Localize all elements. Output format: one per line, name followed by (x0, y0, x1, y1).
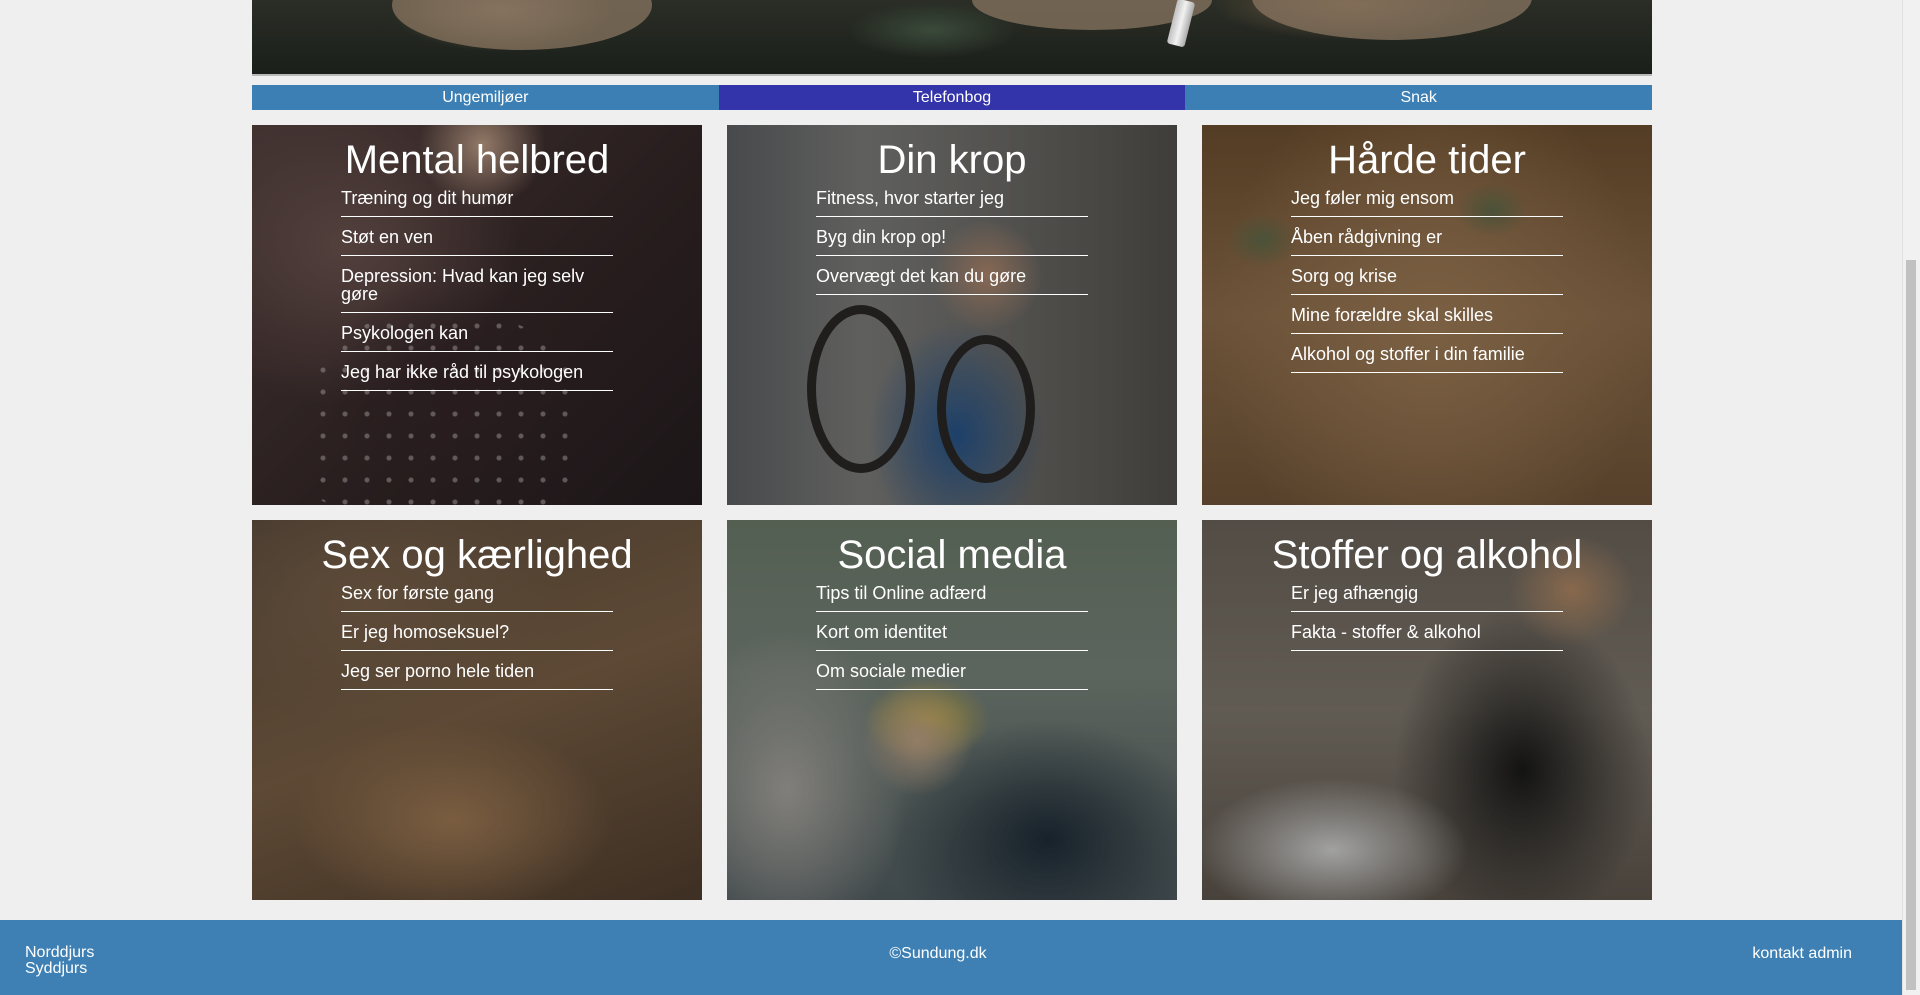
tile-link-list: Sex for første gang Er jeg homoseksuel? … (341, 580, 613, 690)
tile-link[interactable]: Byg din krop op! (816, 217, 1088, 256)
tile-link[interactable]: Overvægt det kan du gøre (816, 256, 1088, 295)
hero-hands-left (392, 0, 652, 50)
tile-link[interactable]: Psykologen kan (341, 313, 613, 352)
scrollbar-thumb[interactable] (1906, 260, 1916, 990)
tile-link[interactable]: Sex for første gang (341, 580, 613, 612)
tile-link[interactable]: Tips til Online adfærd (816, 580, 1088, 612)
tile-link[interactable]: Jeg føler mig ensom (1291, 185, 1563, 217)
tile-link[interactable]: Træning og dit humør (341, 185, 613, 217)
tile-title[interactable]: Social media (727, 532, 1177, 578)
page: Ungemiljøer Telefonbog Snak Mental helbr… (0, 0, 1920, 995)
hero-hands-right (1252, 0, 1532, 40)
tile-link[interactable]: Jeg ser porno hele tiden (341, 651, 613, 690)
tile-link[interactable]: Fitness, hvor starter jeg (816, 185, 1088, 217)
tile-link-list: Tips til Online adfærd Kort om identitet… (816, 580, 1088, 690)
tile-link[interactable]: Sorg og krise (1291, 256, 1563, 295)
vertical-scrollbar[interactable] (1902, 0, 1920, 995)
tile-link[interactable]: Om sociale medier (816, 651, 1088, 690)
tile-link[interactable]: Jeg har ikke råd til psykologen (341, 352, 613, 391)
tile-link-list: Træning og dit humør Støt en ven Depress… (341, 185, 613, 391)
tile-title[interactable]: Mental helbred (252, 137, 702, 183)
tile-link[interactable]: Depression: Hvad kan jeg selv gøre (341, 256, 613, 313)
tile-link[interactable]: Støt en ven (341, 217, 613, 256)
tile-title[interactable]: Din krop (727, 137, 1177, 183)
tile-title[interactable]: Hårde tider (1202, 137, 1652, 183)
tile-link-list: Fitness, hvor starter jeg Byg din krop o… (816, 185, 1088, 295)
tile-title[interactable]: Stoffer og alkohol (1202, 532, 1652, 578)
nav-item-snak[interactable]: Snak (1185, 85, 1653, 110)
contact-admin-link[interactable]: kontakt admin (1752, 945, 1852, 963)
tile-link[interactable]: Fakta - stoffer & alkohol (1291, 612, 1563, 651)
hero-image (252, 0, 1652, 76)
tile-link[interactable]: Kort om identitet (816, 612, 1088, 651)
footer-region-syddjurs: Syddjurs (25, 960, 88, 977)
tile-stoffer-og-alkohol[interactable]: Stoffer og alkohol Er jeg afhængig Fakta… (1202, 520, 1652, 900)
footer-copyright: ©Sundung.dk (889, 945, 987, 962)
tile-link[interactable]: Er jeg homoseksuel? (341, 612, 613, 651)
tile-link-list: Er jeg afhængig Fakta - stoffer & alkoho… (1291, 580, 1563, 651)
tile-din-krop[interactable]: Din krop Fitness, hvor starter jeg Byg d… (727, 125, 1177, 505)
tile-harde-tider[interactable]: Hårde tider Jeg føler mig ensom Åben råd… (1202, 125, 1652, 505)
tile-sex-og-kaerlighed[interactable]: Sex og kærlighed Sex for første gang Er … (252, 520, 702, 900)
tile-social-media[interactable]: Social media Tips til Online adfærd Kort… (727, 520, 1177, 900)
footer: Norddjurs Syddjurs ©Sundung.dk kontakt a… (0, 920, 1904, 995)
tile-link[interactable]: Mine forældre skal skilles (1291, 295, 1563, 334)
nav-item-ungemiljoer[interactable]: Ungemiljøer (252, 85, 719, 110)
nav-item-telefonbog[interactable]: Telefonbog (718, 85, 1186, 110)
tile-link[interactable]: Åben rådgivning er (1291, 217, 1563, 256)
main-nav: Ungemiljøer Telefonbog Snak (252, 85, 1653, 110)
tile-link[interactable]: Alkohol og stoffer i din familie (1291, 334, 1563, 373)
tile-link[interactable]: Er jeg afhængig (1291, 580, 1563, 612)
tile-link-list: Jeg føler mig ensom Åben rådgivning er S… (1291, 185, 1563, 373)
tile-title[interactable]: Sex og kærlighed (252, 532, 702, 578)
tile-mental-helbred[interactable]: Mental helbred Træning og dit humør Støt… (252, 125, 702, 505)
